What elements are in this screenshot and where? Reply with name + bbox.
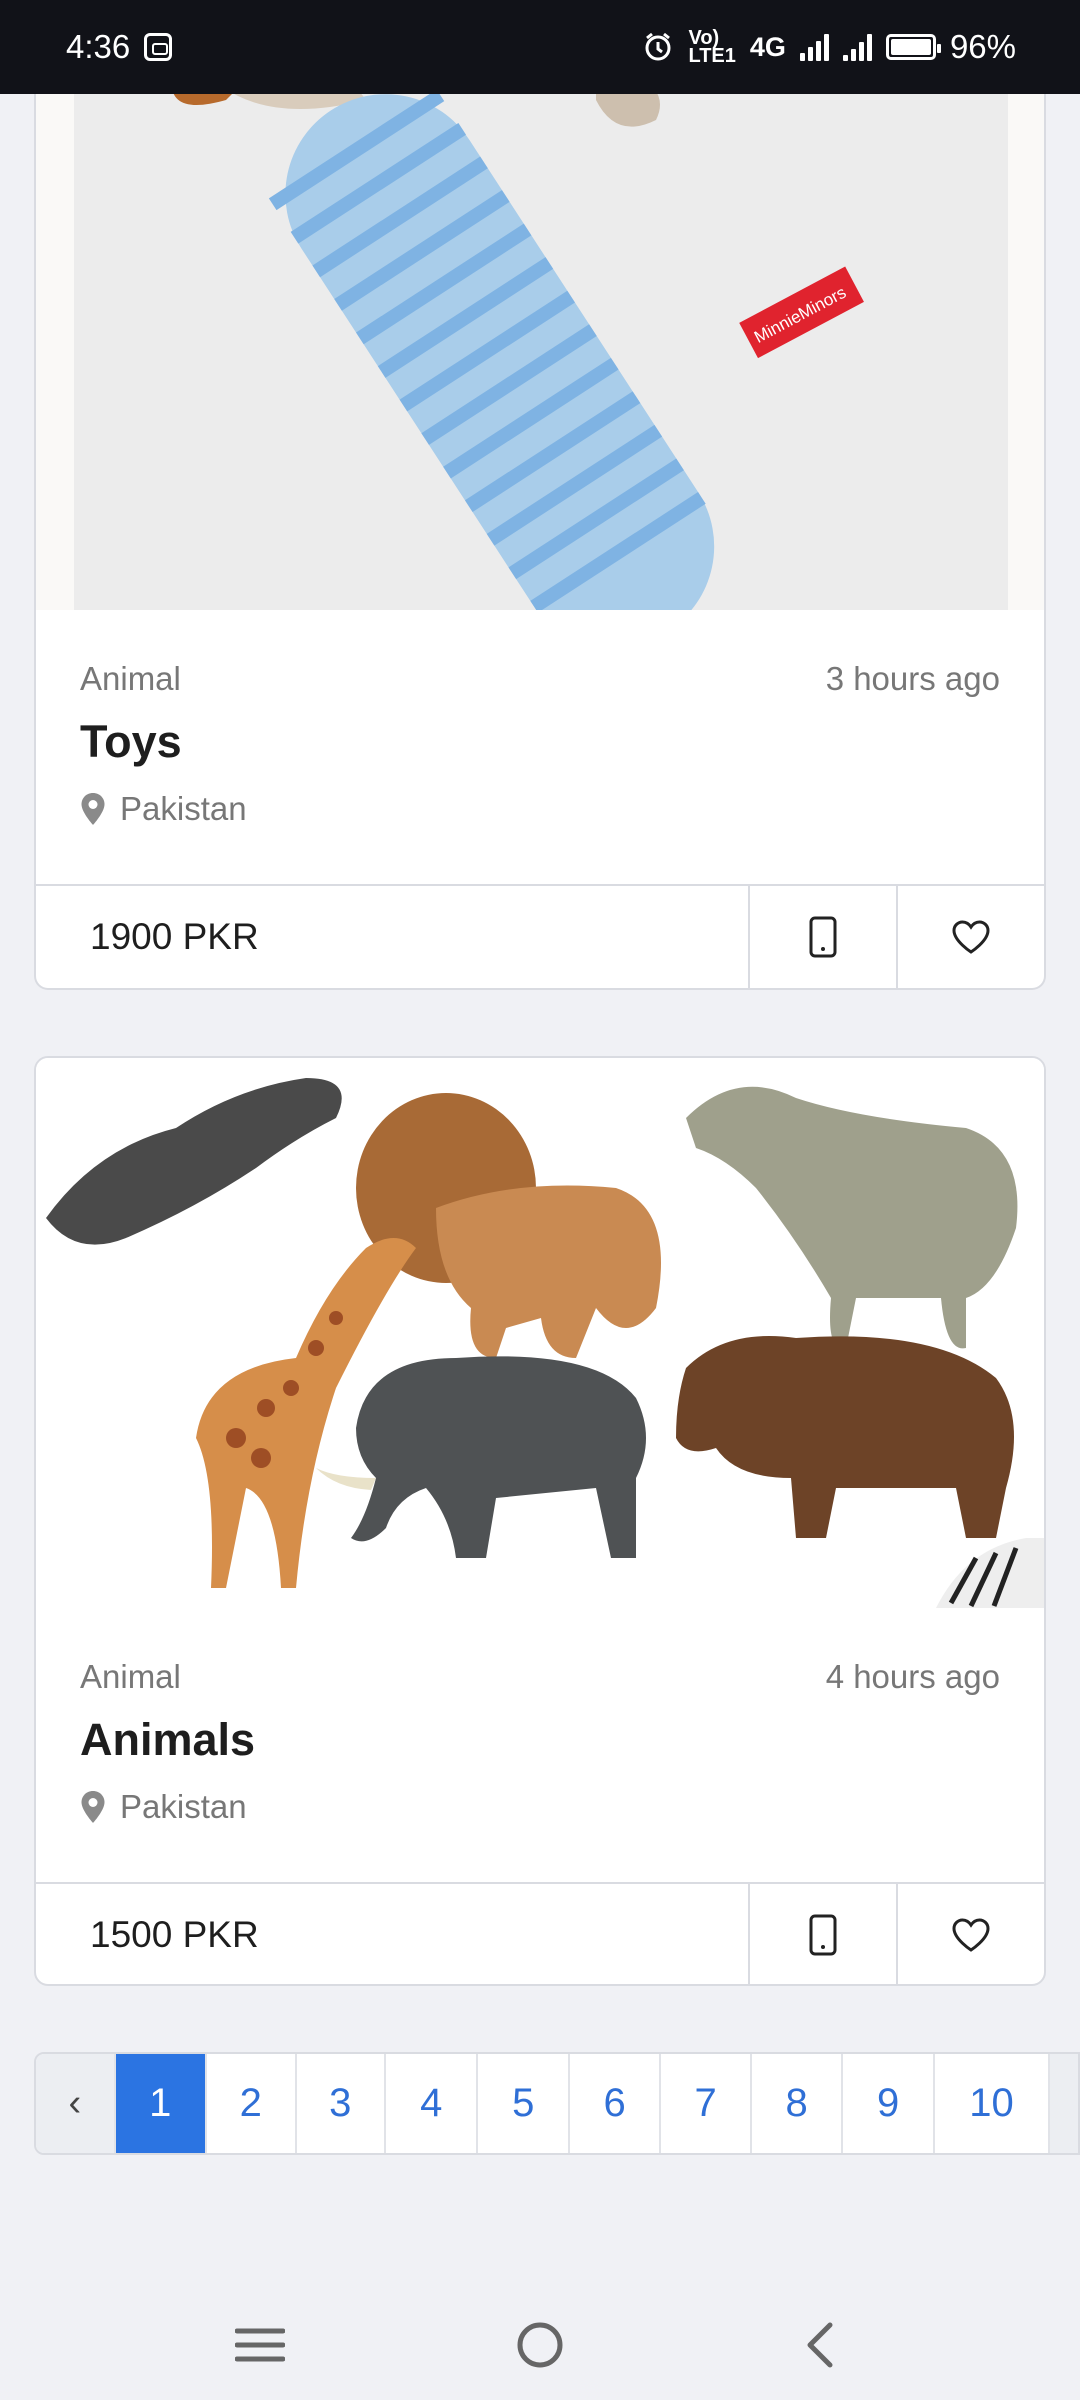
page-6-button[interactable]: 6 [567,2054,659,2153]
page-10-button[interactable]: 10 [932,2054,1048,2153]
signal-icon-2 [842,33,872,61]
listing-card[interactable]: MinnieMinors Animal 3 hours ago Toys Pak… [34,60,1046,990]
prev-page-button[interactable]: ‹ [36,2054,114,2153]
favorite-button[interactable] [896,886,1044,988]
page-7-button[interactable]: 7 [659,2054,749,2153]
page-8-button[interactable]: 8 [749,2054,841,2153]
listing-category: Animal [80,1658,181,1695]
listing-location: Pakistan [80,1788,247,1826]
listing-title[interactable]: Animals [80,1714,255,1766]
back-button[interactable] [775,2305,865,2385]
battery-level: 96% [949,28,1016,65]
signal-icon [799,33,829,61]
page-3-button[interactable]: 3 [294,2054,384,2153]
battery-icon [885,34,941,60]
listing-location: Pakistan [80,790,247,828]
heart-icon [952,920,990,954]
call-button[interactable] [748,1884,896,1984]
location-text: Pakistan [120,790,247,827]
listing-time: 4 hours ago [825,1658,1000,1695]
location-text: Pakistan [120,1788,247,1825]
page-5-button[interactable]: 5 [476,2054,567,2153]
listing-footer: 1500 PKR [36,1882,1044,1984]
listing-image[interactable] [36,1058,1044,1608]
pagination: ‹ 1 2 3 4 5 6 7 8 9 10 [34,2052,1080,2155]
alarm-icon [645,32,671,61]
home-button[interactable] [495,2305,585,2385]
page-9-button[interactable]: 9 [841,2054,932,2153]
status-bar: 4:36 Vo) LTE1 4G 96% [0,0,1080,94]
listing-card[interactable]: Animal 4 hours ago Animals Pakistan 1500… [34,1056,1046,1986]
heart-icon [952,1918,990,1952]
listing-image[interactable]: MinnieMinors [36,60,1044,610]
listing-price: 1500 PKR [90,1914,259,1955]
system-nav-bar [0,2290,1080,2400]
listing-title[interactable]: Toys [80,716,182,768]
next-page-button[interactable] [1048,2054,1078,2153]
phone-icon [809,1914,837,1956]
back-chevron-icon [807,2322,833,2368]
phone-icon [809,916,837,958]
listing-footer: 1900 PKR [36,884,1044,988]
location-pin-icon [81,793,105,825]
page-4-button[interactable]: 4 [383,2054,476,2153]
page-2-button[interactable]: 2 [205,2054,294,2153]
volte-indicator: Vo) LTE1 [688,27,736,67]
status-time: 4:36 [66,28,131,65]
menu-icon [235,2328,285,2362]
location-pin-icon [81,1791,105,1823]
network-type: 4G [749,31,786,62]
favorite-button[interactable] [896,1884,1044,1984]
recents-button[interactable] [215,2305,305,2385]
home-circle-icon [517,2322,563,2368]
listing-time: 3 hours ago [825,660,1000,697]
listing-price: 1900 PKR [90,916,259,957]
listing-category: Animal [80,660,181,697]
gallery-notification-icon [144,33,173,61]
call-button[interactable] [748,886,896,988]
page-1-button[interactable]: 1 [113,2054,206,2153]
